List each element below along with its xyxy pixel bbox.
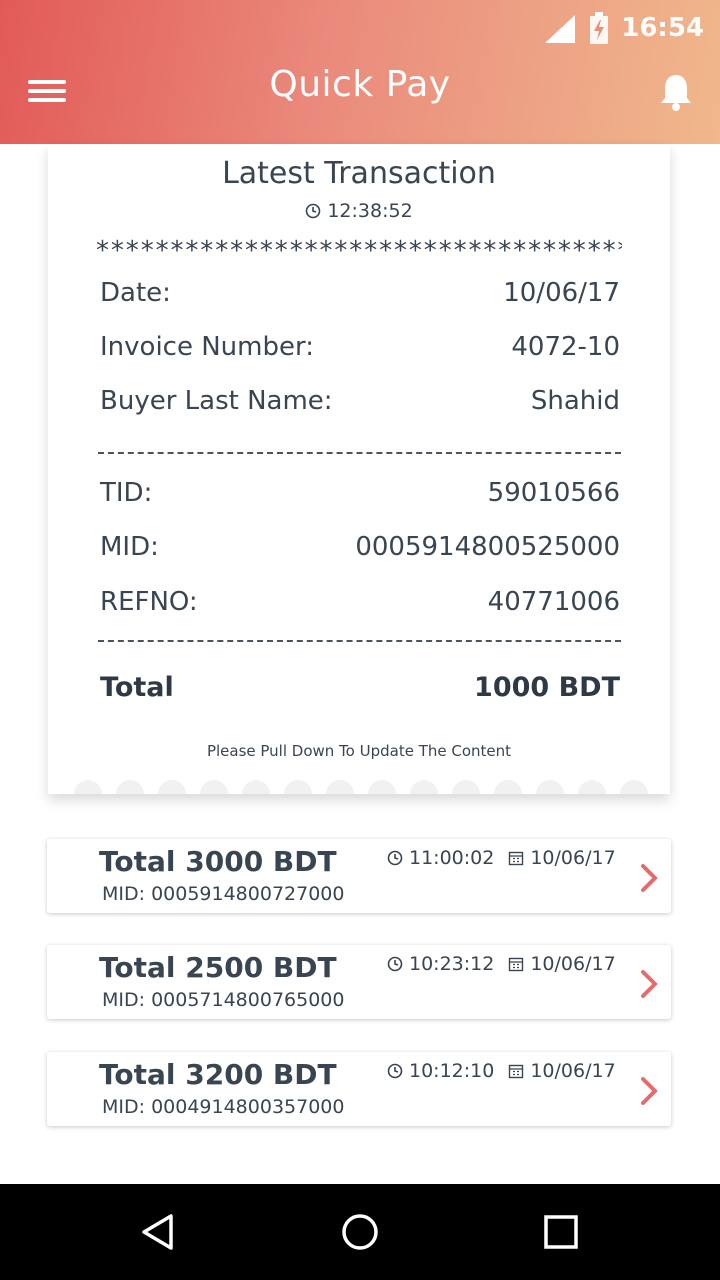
transaction-date: 10/06/17	[530, 1060, 616, 1082]
bell-icon[interactable]	[658, 72, 694, 112]
status-time: 16:54	[621, 13, 704, 43]
transaction-total: Total 3200 BDT	[99, 1058, 337, 1091]
refno-label: REFNO:	[100, 587, 198, 617]
buyer-value: Shahid	[530, 386, 620, 416]
receipt-time: 12:38:52	[48, 200, 670, 222]
tid-label: TID:	[100, 478, 153, 508]
calendar-icon	[509, 1064, 524, 1079]
buyer-label: Buyer Last Name:	[100, 386, 333, 416]
date-value: 10/06/17	[503, 278, 620, 308]
calendar-icon	[509, 851, 524, 866]
transaction-card[interactable]: Total 2500 BDT MID: 0005714800765000 10:…	[47, 945, 671, 1019]
transaction-total: Total 3000 BDT	[99, 845, 337, 878]
transaction-meta: 11:00:02 10/06/17	[387, 847, 616, 869]
pull-to-refresh-hint: Please Pull Down To Update The Content	[206, 742, 512, 760]
clock-icon	[387, 956, 403, 972]
receipt-row-total: Total 1000 BDT	[100, 672, 620, 703]
chevron-right-icon[interactable]	[639, 1076, 659, 1106]
clock-icon	[387, 1063, 403, 1079]
transaction-meta: 10:12:10 10/06/17	[387, 1060, 616, 1082]
refno-value: 40771006	[487, 587, 620, 617]
receipt-row-mid: MID: 0005914800525000	[100, 532, 620, 562]
transaction-time: 10:12:10	[409, 1060, 495, 1082]
receipt-row-buyer: Buyer Last Name: Shahid	[100, 386, 620, 416]
latest-transaction-card: Latest Transaction 12:38:52 ************…	[48, 144, 670, 794]
back-button[interactable]	[118, 1184, 198, 1280]
transaction-card[interactable]: Total 3000 BDT MID: 0005914800727000 11:…	[47, 839, 671, 913]
invoice-value: 4072-10	[511, 332, 620, 362]
app-header: 16:54 Quick Pay	[0, 0, 720, 144]
receipt-row-invoice: Invoice Number: 4072-10	[100, 332, 620, 362]
invoice-label: Invoice Number:	[100, 332, 314, 362]
receipt-time-value: 12:38:52	[327, 200, 413, 222]
transaction-meta: 10:23:12 10/06/17	[387, 953, 616, 975]
clock-icon	[387, 850, 403, 866]
receipt-row-refno: REFNO: 40771006	[100, 587, 620, 617]
receipt-stars-divider: ****************************************…	[96, 236, 622, 266]
status-bar: 16:54	[543, 8, 704, 48]
transaction-mid: MID: 0004914800357000	[102, 1096, 345, 1118]
mid-label: MID:	[100, 532, 159, 562]
recents-button[interactable]	[521, 1184, 601, 1280]
back-triangle-icon	[142, 1214, 173, 1250]
page-title: Quick Pay	[269, 64, 451, 105]
receipt-row-date: Date: 10/06/17	[100, 278, 620, 308]
signal-icon	[545, 15, 576, 43]
total-value: 1000 BDT	[474, 672, 620, 703]
receipt-dashed-divider	[98, 640, 621, 642]
system-nav-bar	[0, 1184, 720, 1280]
tid-value: 59010566	[487, 478, 620, 508]
home-circle-icon	[342, 1214, 378, 1250]
mid-value: 0005914800525000	[355, 532, 620, 562]
chevron-right-icon[interactable]	[639, 863, 659, 893]
calendar-icon	[509, 957, 524, 972]
receipt-dashed-divider	[98, 452, 621, 454]
receipt-row-tid: TID: 59010566	[100, 478, 620, 508]
transaction-time: 10:23:12	[409, 953, 495, 975]
transaction-mid: MID: 0005914800727000	[102, 883, 345, 905]
receipt-scallop-edge	[74, 780, 648, 794]
chevron-right-icon[interactable]	[639, 969, 659, 999]
transaction-time: 11:00:02	[409, 847, 495, 869]
total-label: Total	[100, 672, 174, 703]
battery-charging-icon	[590, 12, 609, 44]
transaction-total: Total 2500 BDT	[99, 951, 337, 984]
clock-icon	[305, 203, 321, 219]
home-button[interactable]	[320, 1184, 400, 1280]
transaction-date: 10/06/17	[530, 847, 616, 869]
transaction-date: 10/06/17	[530, 953, 616, 975]
recents-square-icon	[544, 1215, 578, 1249]
date-label: Date:	[100, 278, 171, 308]
transaction-card[interactable]: Total 3200 BDT MID: 0004914800357000 10:…	[47, 1052, 671, 1126]
receipt-title: Latest Transaction	[222, 156, 496, 191]
transaction-mid: MID: 0005714800765000	[102, 989, 345, 1011]
